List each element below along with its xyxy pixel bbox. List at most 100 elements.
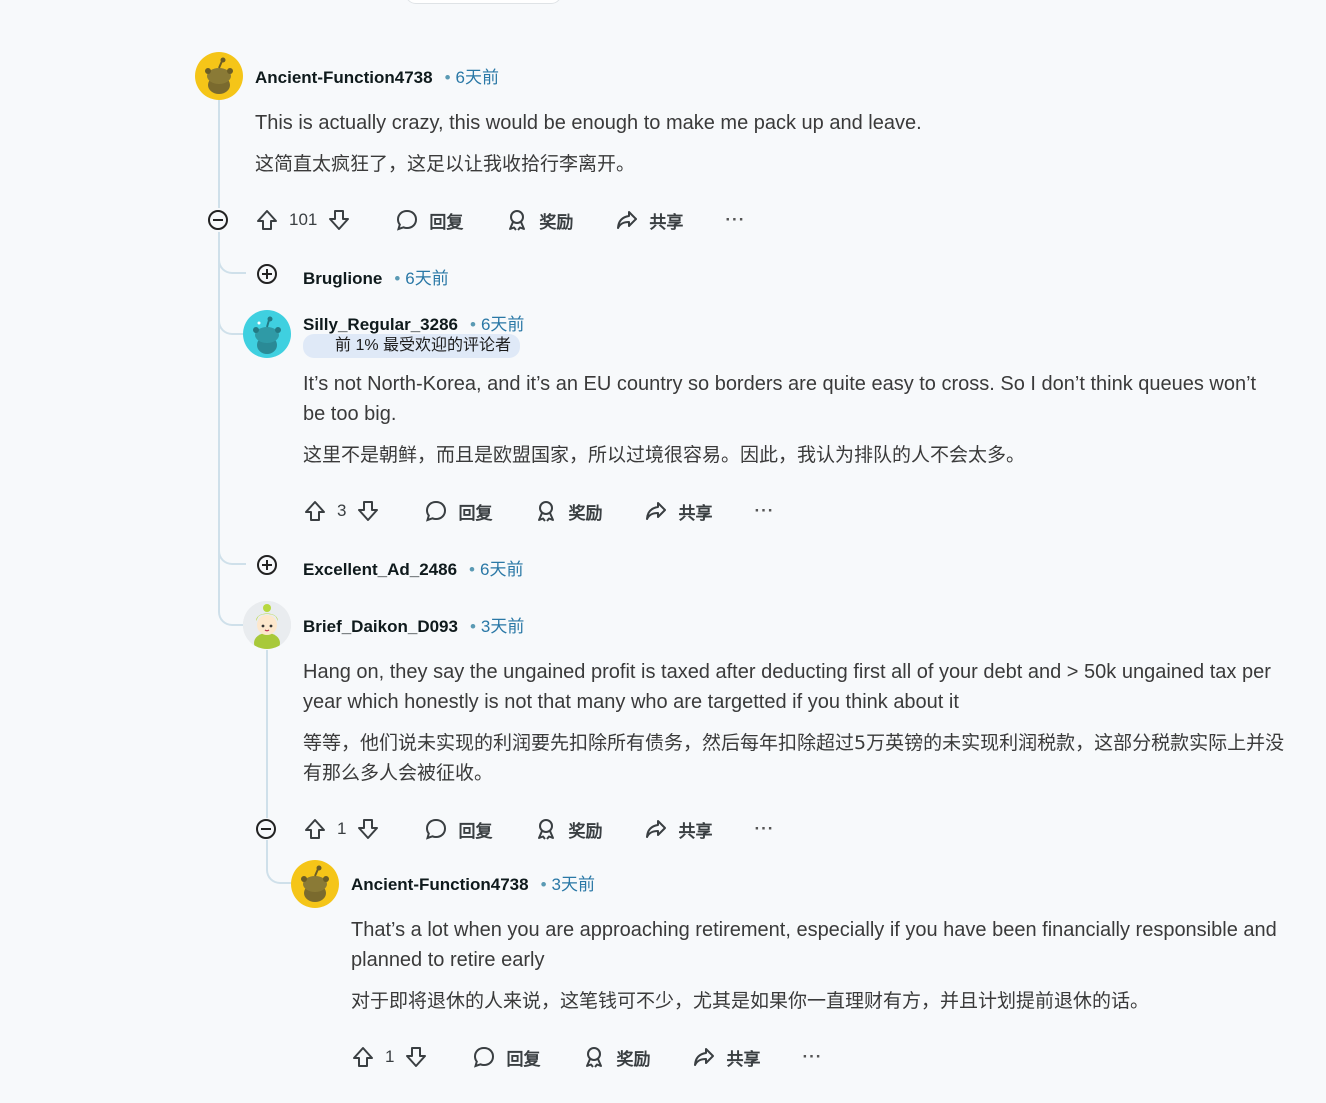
username[interactable]: Brief_Daikon_D093 — [303, 617, 458, 636]
share-label: 共享 — [678, 821, 713, 841]
timestamp[interactable]: 3天前 — [481, 617, 524, 636]
timestamp[interactable]: 6天前 — [481, 315, 524, 334]
award-label: 奖励 — [616, 1049, 651, 1069]
comment-body: That’s a lot when you are approaching re… — [351, 915, 1296, 1027]
timestamp[interactable]: 6天前 — [480, 560, 523, 579]
comment-actions: 3 回复 奖励 共享 ··· — [303, 495, 774, 527]
collapse-thread-icon[interactable] — [208, 210, 228, 230]
timestamp[interactable]: 6天前 — [456, 68, 499, 87]
snoo-avatar-icon — [253, 316, 281, 354]
avatar[interactable] — [243, 601, 291, 649]
upvote-icon[interactable] — [303, 817, 327, 841]
downvote-icon[interactable] — [327, 208, 351, 232]
comment-actions: 1 回复 奖励 共享 ··· — [303, 813, 774, 845]
comment-actions: 101 回复 奖励 共享 ··· — [255, 204, 745, 236]
more-options-button[interactable]: ··· — [725, 210, 745, 230]
username[interactable]: Ancient-Function4738 — [255, 68, 433, 87]
reply-label: 回复 — [429, 212, 464, 232]
username[interactable]: Excellent_Ad_2486 — [303, 560, 457, 579]
reply-button[interactable]: 回复 — [395, 208, 463, 233]
meta-separator: • — [469, 315, 476, 334]
username[interactable]: Silly_Regular_3286 — [303, 315, 458, 334]
share-button[interactable]: 共享 — [644, 817, 712, 842]
share-button[interactable]: 共享 — [644, 499, 712, 524]
comment-bubble-icon — [426, 500, 447, 522]
reply-button[interactable]: 回复 — [472, 1045, 540, 1070]
award-button[interactable]: 奖励 — [534, 499, 602, 524]
comment-meta: Excellent_Ad_2486 • 6天前 — [303, 555, 523, 580]
share-label: 共享 — [726, 1049, 761, 1069]
timestamp[interactable]: 3天前 — [552, 875, 595, 894]
avatar[interactable] — [195, 52, 243, 100]
comment-text-en: It’s not North-Korea, and it’s an EU cou… — [303, 373, 1257, 425]
thread-curve-silly — [218, 300, 244, 335]
reply-label: 回复 — [458, 503, 493, 523]
username[interactable]: Bruglione — [303, 269, 382, 288]
collapse-thread-icon[interactable] — [256, 819, 276, 839]
meta-separator: • — [469, 617, 476, 636]
comment-text-en: This is actually crazy, this would be en… — [255, 112, 922, 134]
meta-separator: • — [469, 560, 475, 579]
avatar[interactable] — [291, 860, 339, 908]
username[interactable]: Ancient-Function4738 — [351, 875, 529, 894]
user-flair-badge: 前 1% 最受欢迎的评论者 — [303, 334, 521, 358]
thread-line-brief — [266, 650, 268, 818]
share-icon — [617, 211, 638, 229]
award-icon — [538, 819, 555, 840]
vote-count: 1 — [385, 1047, 395, 1066]
award-label: 奖励 — [568, 503, 603, 523]
downvote-icon[interactable] — [404, 1045, 428, 1069]
reply-label: 回复 — [506, 1049, 541, 1069]
expand-thread-icon[interactable] — [257, 264, 277, 284]
avatar[interactable] — [243, 310, 291, 358]
vote-group: 3 — [303, 499, 380, 523]
comment-text-zh: 等等，他们说未实现的利润要先扣除所有债务，然后每年扣除超过5万英镑的未实现利润税… — [303, 732, 1285, 784]
award-label: 奖励 — [568, 821, 603, 841]
timestamp[interactable]: 6天前 — [405, 269, 448, 288]
reply-label: 回复 — [458, 821, 493, 841]
more-options-button[interactable]: ··· — [754, 501, 774, 521]
upvote-icon[interactable] — [255, 208, 279, 232]
thread-curve-bruglione — [218, 246, 246, 274]
vote-count: 3 — [337, 501, 347, 520]
share-label: 共享 — [678, 503, 713, 523]
comment-actions: 1 回复 奖励 共享 ··· — [351, 1041, 822, 1073]
share-button[interactable]: 共享 — [692, 1045, 760, 1070]
expand-thread-icon[interactable] — [257, 555, 277, 575]
share-label: 共享 — [649, 212, 684, 232]
comment-meta: Brief_Daikon_D093 • 3天前 — [303, 612, 524, 637]
snoo-avatar-icon — [301, 865, 329, 902]
snoo-avatar-icon — [205, 57, 233, 94]
meta-separator: • — [444, 68, 451, 87]
comment-bubble-icon — [474, 1046, 495, 1068]
more-options-button[interactable]: ··· — [754, 819, 774, 839]
meta-separator: • — [540, 875, 547, 894]
share-icon — [646, 820, 667, 838]
vote-count: 101 — [289, 210, 318, 229]
award-button[interactable]: 奖励 — [505, 208, 573, 233]
share-button[interactable]: 共享 — [615, 208, 683, 233]
comment-bubble-icon — [397, 209, 418, 231]
vote-group: 101 — [255, 208, 351, 232]
comment-text-zh: 这里不是朝鲜，而且是欧盟国家，所以过境很容易。因此，我认为排队的人不会太多。 — [303, 444, 1026, 466]
comment-body: This is actually crazy, this would be en… — [255, 108, 1285, 190]
comment-meta: Silly_Regular_3286 • 6天前 — [303, 310, 524, 335]
reply-button[interactable]: 回复 — [424, 817, 492, 842]
award-button[interactable]: 奖励 — [534, 817, 602, 842]
award-button[interactable]: 奖励 — [582, 1045, 650, 1070]
comment-text-en: That’s a lot when you are approaching re… — [351, 919, 1277, 971]
share-icon — [646, 502, 667, 520]
comment-bubble-icon — [426, 818, 447, 840]
more-options-button[interactable]: ··· — [802, 1047, 822, 1067]
reply-button[interactable]: 回复 — [424, 499, 492, 524]
downvote-icon[interactable] — [356, 499, 380, 523]
comment-meta: Ancient-Function4738 • 3天前 — [351, 870, 595, 895]
upvote-icon[interactable] — [303, 499, 327, 523]
vote-count: 1 — [337, 819, 347, 838]
downvote-icon[interactable] — [356, 817, 380, 841]
thread-line-main — [218, 100, 220, 208]
top-pill — [405, 0, 562, 4]
upvote-icon[interactable] — [351, 1045, 375, 1069]
meta-separator: • — [394, 269, 401, 288]
thread-curve-excellent — [218, 537, 246, 565]
